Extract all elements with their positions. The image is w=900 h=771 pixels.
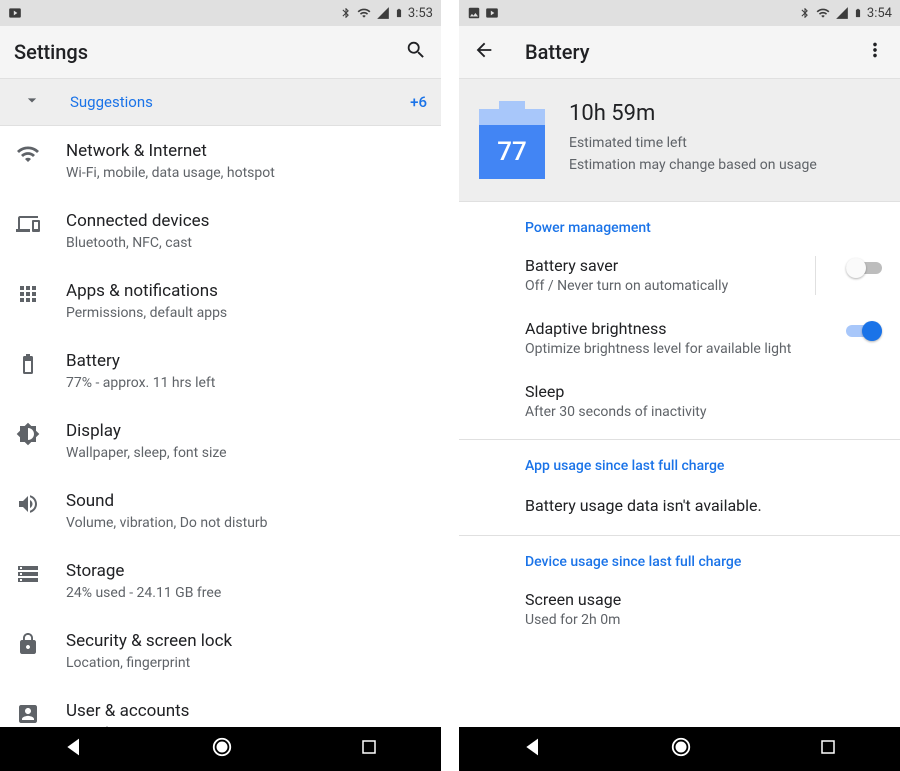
battery-icon [16,352,40,376]
section-app-usage: App usage since last full charge [459,440,900,482]
recents-nav-button[interactable] [360,738,378,760]
clock-text: 3:54 [867,6,892,21]
estimated-label: Estimated time left [569,132,817,154]
app-bar: Battery [459,26,900,79]
battery-summary: 77 10h 59m Estimated time left Estimatio… [459,79,900,202]
back-nav-button[interactable] [523,737,543,761]
app-bar: Settings [0,26,441,79]
time-left-text: 10h 59m [569,101,817,126]
section-device-usage: Device usage since last full charge [459,536,900,578]
settings-screen: 3:53 Settings Suggestions +6 Network & I… [0,0,441,771]
nav-bar [459,727,900,771]
clock-text: 3:53 [408,6,433,21]
suggestions-count: +6 [410,93,427,111]
battery-saver-toggle[interactable] [846,258,882,278]
apps-icon [16,282,40,306]
estimation-note: Estimation may change based on usage [569,154,817,176]
home-nav-button[interactable] [670,736,692,762]
item-sound[interactable]: SoundVolume, vibration, Do not disturb [0,476,441,546]
overflow-button[interactable] [864,39,886,65]
brightness-icon [16,422,40,446]
item-display[interactable]: DisplayWallpaper, sleep, font size [0,406,441,476]
search-icon [405,39,427,61]
item-connected-devices[interactable]: Connected devicesBluetooth, NFC, cast [0,196,441,266]
row-battery-saver[interactable]: Battery saver Off / Never turn on automa… [459,244,900,307]
nav-bar [0,727,441,771]
search-button[interactable] [405,39,427,65]
signal-icon [835,6,849,20]
recents-nav-button[interactable] [819,738,837,760]
lock-icon [16,632,40,656]
settings-list[interactable]: Network & InternetWi-Fi, mobile, data us… [0,126,441,727]
item-apps[interactable]: Apps & notificationsPermissions, default… [0,266,441,336]
back-nav-button[interactable] [64,737,84,761]
page-title: Battery [525,40,589,64]
suggestions-label: Suggestions [70,93,410,111]
signal-icon [376,6,390,20]
storage-icon [16,562,40,586]
no-usage-data-text: Battery usage data isn't available. [459,482,900,529]
bluetooth-icon [340,6,352,20]
more-vert-icon [864,39,886,61]
page-title: Settings [14,40,88,64]
battery-status-icon [853,6,863,20]
section-power-management: Power management [459,202,900,244]
arrow-back-icon [473,39,495,61]
row-adaptive-brightness[interactable]: Adaptive brightness Optimize brightness … [459,307,900,370]
status-bar: 3:53 [0,0,441,26]
devices-icon [16,212,40,236]
home-nav-button[interactable] [211,736,233,762]
row-screen-usage[interactable]: Screen usage Used for 2h 0m [459,578,900,641]
wifi-icon [356,6,372,20]
battery-percent-text: 77 [479,125,545,179]
battery-large-icon: 77 [479,101,545,179]
status-bar: 3:54 [459,0,900,26]
chevron-down-icon [22,90,42,114]
battery-screen: 3:54 Battery 77 10h 59m Estimated time l… [459,0,900,771]
item-storage[interactable]: Storage24% used - 24.11 GB free [0,546,441,616]
row-sleep[interactable]: Sleep After 30 seconds of inactivity [459,370,900,433]
item-network[interactable]: Network & InternetWi-Fi, mobile, data us… [0,126,441,196]
back-button[interactable] [473,39,495,65]
play-store-icon [485,6,499,20]
item-security[interactable]: Security & screen lockLocation, fingerpr… [0,616,441,686]
play-store-icon [8,6,22,20]
wifi-icon [16,142,40,166]
item-users[interactable]: User & accountsSigned in as Owner [0,686,441,727]
wifi-icon [815,6,831,20]
battery-list[interactable]: Power management Battery saver Off / Nev… [459,202,900,727]
item-battery[interactable]: Battery77% - approx. 11 hrs left [0,336,441,406]
suggestions-row[interactable]: Suggestions +6 [0,79,441,126]
battery-status-icon [394,6,404,20]
image-icon [467,6,481,20]
volume-icon [16,492,40,516]
bluetooth-icon [799,6,811,20]
person-icon [16,702,40,726]
adaptive-brightness-toggle[interactable] [846,321,882,341]
